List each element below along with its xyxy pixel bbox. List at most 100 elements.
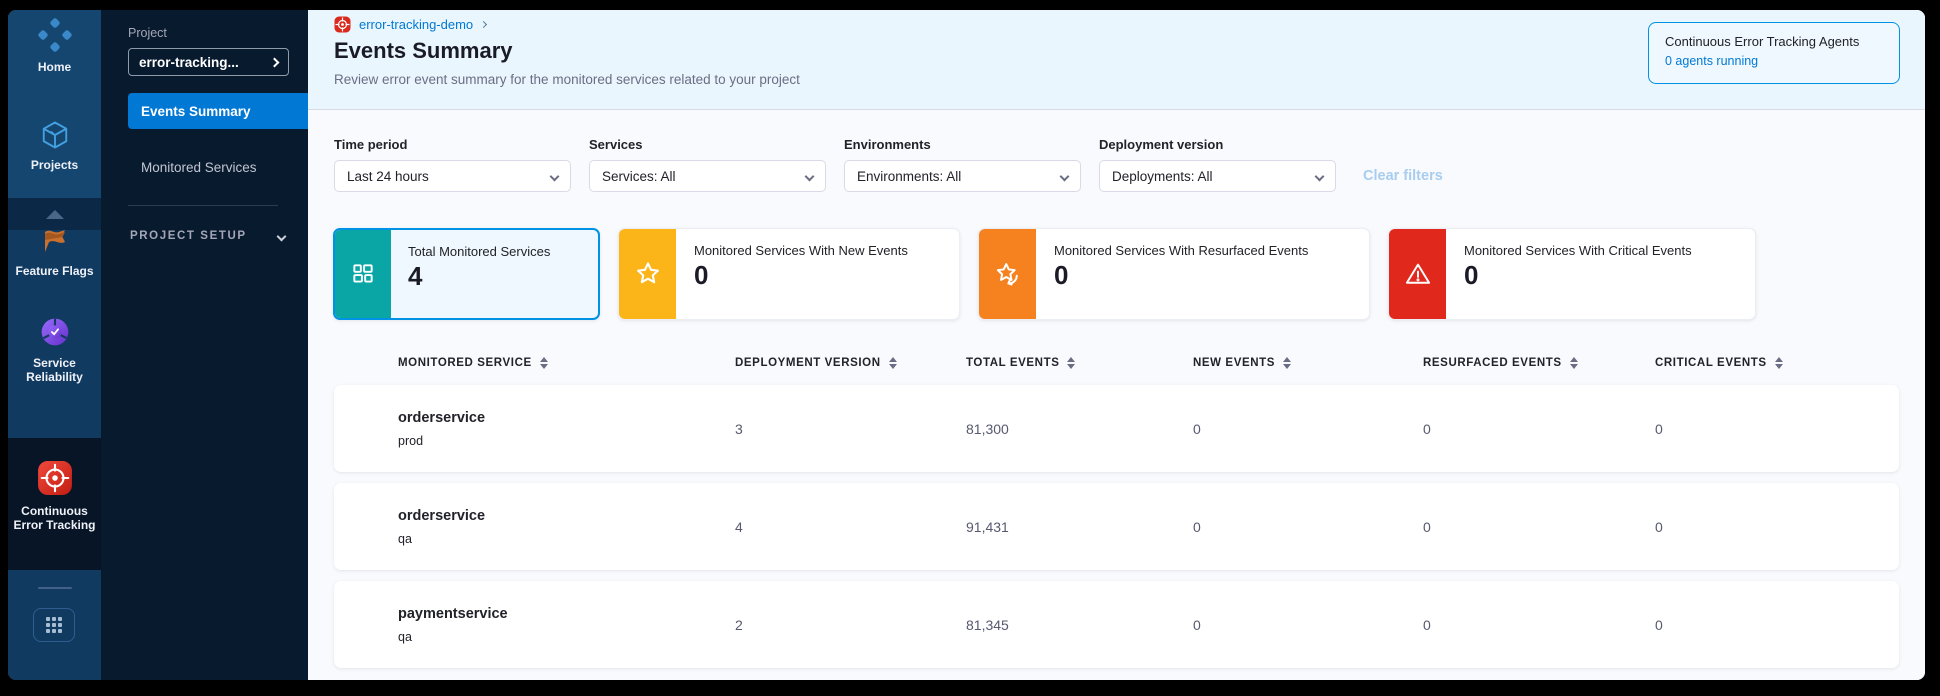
service-name: paymentservice (398, 606, 735, 622)
column-header-label: DEPLOYMENT VERSION (735, 357, 881, 369)
all-modules-button[interactable] (33, 608, 75, 642)
resurfaced-events-cell: 0 (1423, 617, 1655, 633)
card-icon-block (334, 229, 391, 319)
column-header-monitored-service[interactable]: MONITORED SERVICE (398, 357, 735, 369)
sort-icon (1067, 357, 1075, 369)
project-setup-toggle[interactable]: PROJECT SETUP (130, 230, 285, 242)
chevron-down-icon (1315, 171, 1325, 181)
table-header-row: MONITORED SERVICE DEPLOYMENT VERSION TOT… (334, 352, 1899, 374)
project-section-label: Project (128, 26, 167, 40)
filter-time-period: Time period Last 24 hours (334, 137, 571, 192)
grid-icon (46, 617, 62, 633)
module-nav-active-section: Continuous Error Tracking (8, 438, 101, 570)
feature-flags-icon (39, 222, 71, 256)
column-header-total-events[interactable]: TOTAL EVENTS (966, 357, 1193, 369)
service-cell: orderservice prod (398, 410, 735, 448)
agents-status-box: Continuous Error Tracking Agents 0 agent… (1648, 22, 1900, 84)
column-header-resurfaced-events[interactable]: RESURFACED EVENTS (1423, 357, 1655, 369)
filter-services: Services Services: All (589, 137, 826, 192)
environments-select[interactable]: Environments: All (844, 160, 1081, 192)
divider (38, 587, 72, 589)
clear-filters-button[interactable]: Clear filters (1363, 160, 1443, 192)
card-title: Total Monitored Services (408, 244, 550, 259)
card-icon-block (979, 229, 1036, 319)
card-icon-block (619, 229, 676, 319)
card-value: 0 (1054, 260, 1308, 291)
column-header-label: MONITORED SERVICE (398, 357, 532, 369)
card-title: Monitored Services With Resurfaced Event… (1054, 243, 1308, 258)
events-table: MONITORED SERVICE DEPLOYMENT VERSION TOT… (334, 352, 1899, 668)
service-name: orderservice (398, 410, 735, 426)
table-row-orderservice-qa[interactable]: orderservice qa 4 91,431 0 0 0 (334, 483, 1899, 570)
nav-item-label: Projects (31, 158, 78, 172)
nav-item-label: Feature Flags (15, 264, 93, 278)
nav-item-feature-flags[interactable]: Feature Flags (8, 222, 101, 278)
deployment-version-cell: 3 (735, 421, 966, 437)
service-environment: qa (398, 532, 735, 546)
critical-events-cell: 0 (1655, 421, 1899, 437)
project-setup-label: PROJECT SETUP (130, 230, 247, 242)
app-window: Home Projects (8, 10, 1925, 680)
select-value: Environments: All (857, 169, 1061, 184)
total-events-cell: 91,431 (966, 519, 1193, 535)
grid-tiles-icon (350, 261, 376, 287)
services-select[interactable]: Services: All (589, 160, 826, 192)
nav-item-label: Continuous Error Tracking (13, 504, 97, 532)
module-nav-modules-section: Feature Flags Service Reliability (8, 230, 101, 438)
nav-item-service-reliability[interactable]: Service Reliability (8, 316, 101, 384)
page-header: error-tracking-demo Events Summary Revie… (308, 10, 1925, 110)
service-reliability-icon (39, 316, 71, 348)
deployment-version-cell: 2 (735, 617, 966, 633)
star-resurfaced-icon (994, 260, 1022, 288)
nav-item-projects[interactable]: Projects (8, 120, 101, 172)
table-row-paymentservice-qa[interactable]: paymentservice qa 2 81,345 0 0 0 (334, 581, 1899, 668)
deployments-select[interactable]: Deployments: All (1099, 160, 1336, 192)
new-events-cell: 0 (1193, 421, 1423, 437)
filter-environments: Environments Environments: All (844, 137, 1081, 192)
card-title: Monitored Services With Critical Events (1464, 243, 1692, 258)
column-header-deployment-version[interactable]: DEPLOYMENT VERSION (735, 357, 966, 369)
resurfaced-events-cell: 0 (1423, 421, 1655, 437)
nav-item-home[interactable]: Home (8, 18, 101, 74)
sort-icon (1283, 357, 1291, 369)
chevron-down-icon (550, 171, 560, 181)
sort-icon (889, 357, 897, 369)
column-header-critical-events[interactable]: CRITICAL EVENTS (1655, 357, 1899, 369)
page-title: Events Summary (334, 38, 513, 64)
module-nav: Home Projects (8, 10, 101, 680)
total-events-cell: 81,300 (966, 421, 1193, 437)
column-header-label: CRITICAL EVENTS (1655, 357, 1767, 369)
filter-bar: Time period Last 24 hours Services Servi… (334, 137, 1443, 192)
nav-item-label: Events Summary (141, 104, 251, 119)
sort-icon (1570, 357, 1578, 369)
time-period-select[interactable]: Last 24 hours (334, 160, 571, 192)
select-value: Deployments: All (1112, 169, 1316, 184)
agents-box-title: Continuous Error Tracking Agents (1665, 34, 1883, 49)
chevron-right-icon (270, 57, 280, 67)
critical-events-cell: 0 (1655, 617, 1899, 633)
sort-icon (1775, 357, 1783, 369)
home-icon (38, 18, 72, 52)
resurfaced-events-cell: 0 (1423, 519, 1655, 535)
card-new-events[interactable]: Monitored Services With New Events 0 (618, 228, 960, 320)
star-icon (634, 260, 662, 288)
card-resurfaced-events[interactable]: Monitored Services With Resurfaced Event… (978, 228, 1370, 320)
project-selector[interactable]: error-tracking... (128, 48, 289, 76)
nav-item-events-summary[interactable]: Events Summary (128, 93, 308, 129)
filter-label: Time period (334, 137, 571, 152)
nav-item-label: Service Reliability (20, 356, 90, 384)
nav-item-continuous-error-tracking[interactable]: Continuous Error Tracking (8, 460, 101, 532)
warning-triangle-icon (1404, 260, 1432, 288)
select-value: Services: All (602, 169, 806, 184)
chevron-right-icon (480, 21, 487, 28)
card-total-monitored-services[interactable]: Total Monitored Services 4 (333, 228, 600, 320)
card-title: Monitored Services With New Events (694, 243, 908, 258)
agents-running-link[interactable]: 0 agents running (1665, 54, 1883, 68)
column-header-new-events[interactable]: NEW EVENTS (1193, 357, 1423, 369)
nav-item-monitored-services[interactable]: Monitored Services (128, 149, 308, 185)
table-row-orderservice-prod[interactable]: orderservice prod 3 81,300 0 0 0 (334, 385, 1899, 472)
breadcrumb-project-link[interactable]: error-tracking-demo (359, 17, 473, 32)
card-critical-events[interactable]: Monitored Services With Critical Events … (1388, 228, 1756, 320)
main-content: error-tracking-demo Events Summary Revie… (308, 10, 1925, 680)
divider (128, 205, 278, 206)
